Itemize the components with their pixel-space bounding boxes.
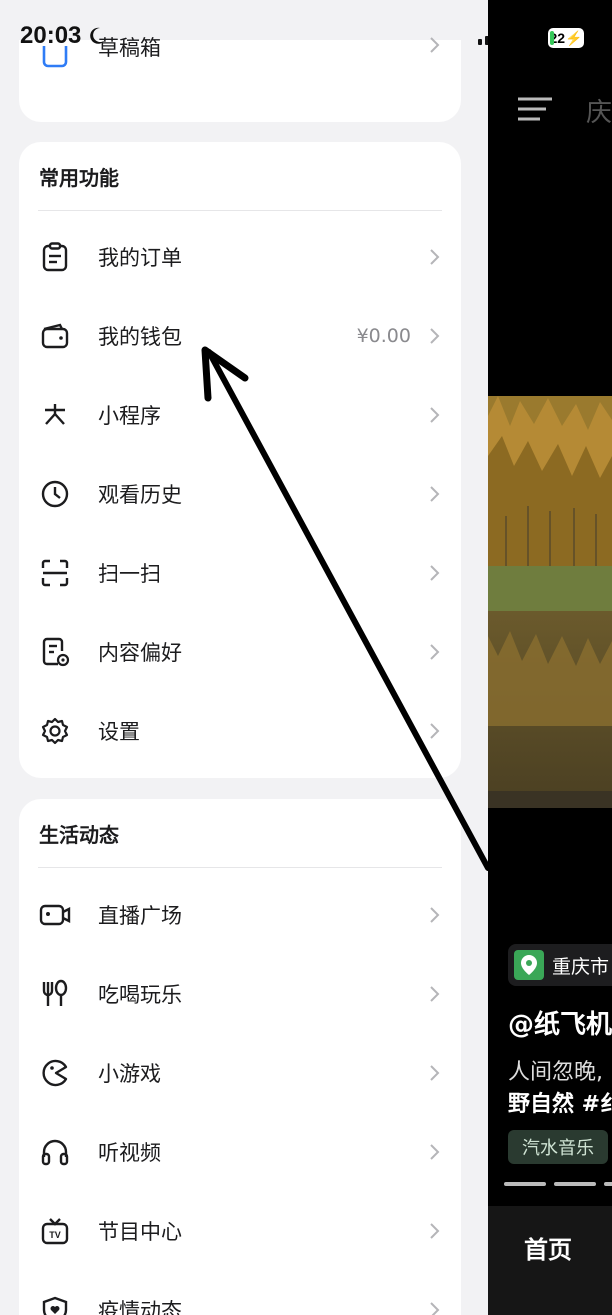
svg-text:TV: TV [49, 1230, 61, 1240]
menu-item-settings[interactable]: 设置 [19, 691, 461, 770]
chevron-right-icon [430, 485, 440, 502]
tv-icon: TV [39, 1215, 71, 1247]
chevron-right-icon [430, 327, 440, 344]
status-time: 20:03 [20, 22, 107, 50]
chevron-right-icon [430, 248, 440, 265]
chevron-right-icon [430, 985, 440, 1002]
author-name[interactable]: @纸飞机 [508, 1004, 612, 1041]
drafts-card[interactable]: 草稿箱 [19, 36, 461, 122]
pacman-game-icon [39, 1057, 71, 1089]
chevron-right-icon [430, 1143, 440, 1160]
location-chip[interactable]: 重庆市 [508, 944, 612, 986]
chevron-right-icon [430, 1222, 440, 1239]
menu-item-program-center[interactable]: TV 节目中心 [19, 1191, 461, 1270]
menu-label: 直播广场 [98, 903, 182, 928]
wallet-balance: ¥0.00 [356, 324, 411, 347]
life-updates-card: 生活动态 直播广场 吃喝玩乐 小游戏 听视频 TV 节目中心 疫情动态 [19, 799, 461, 1315]
menu-label: 我的订单 [98, 245, 182, 270]
progress-indicator [504, 1182, 612, 1186]
preference-doc-icon [39, 636, 71, 668]
clock-icon [39, 478, 71, 510]
menu-label: 小程序 [98, 403, 161, 428]
chevron-right-icon [430, 1301, 440, 1315]
hamburger-menu-icon[interactable] [518, 96, 552, 122]
clipboard-icon [39, 241, 71, 273]
menu-label: 设置 [98, 719, 140, 744]
menu-item-food-fun[interactable]: 吃喝玩乐 [19, 954, 461, 1033]
menu-item-orders[interactable]: 我的订单 [19, 217, 461, 296]
menu-item-preferences[interactable]: 内容偏好 [19, 612, 461, 691]
menu-item-listen-video[interactable]: 听视频 [19, 1112, 461, 1191]
menu-label: 扫一扫 [98, 561, 161, 586]
location-text: 重庆市 [552, 955, 610, 978]
video-thumbnail[interactable] [488, 396, 612, 808]
side-drawer: 草稿箱 20:03 常用功能 我的订单 我的钱包 ¥0.00 小程序 观看历史 … [0, 0, 488, 1315]
chevron-right-icon [430, 906, 440, 923]
menu-label: 听视频 [98, 1140, 161, 1165]
chevron-right-icon [430, 643, 440, 660]
section-title-common: 常用功能 [39, 166, 119, 190]
top-tab[interactable]: 庆 [586, 92, 612, 129]
drafts-row[interactable]: 草稿箱 [19, 36, 461, 112]
time-text: 20:03 [20, 22, 82, 49]
chevron-right-icon [430, 1064, 440, 1081]
menu-label: 观看历史 [98, 482, 182, 507]
divider [38, 867, 442, 868]
bottom-nav: 首页 [488, 1206, 612, 1315]
menu-item-wallet[interactable]: 我的钱包 ¥0.00 [19, 296, 461, 375]
tab-home[interactable]: 首页 [524, 1230, 572, 1265]
menu-item-live[interactable]: 直播广场 [19, 875, 461, 954]
caption-line-1: 人间忽晚, [508, 1060, 603, 1085]
menu-item-epidemic[interactable]: 疫情动态 [19, 1270, 461, 1315]
moon-icon [90, 27, 106, 44]
menu-item-scan[interactable]: 扫一扫 [19, 533, 461, 612]
map-pin-icon [514, 950, 544, 980]
music-chip[interactable]: 汽水音乐 [508, 1130, 608, 1164]
live-camera-icon [39, 899, 71, 931]
menu-item-mini-program[interactable]: 小程序 [19, 375, 461, 454]
caption-line-2[interactable]: 野自然 #纟 [508, 1086, 612, 1118]
chevron-right-icon [430, 406, 440, 423]
menu-label: 疫情动态 [98, 1298, 182, 1315]
shield-heart-icon [39, 1294, 71, 1315]
wallet-icon [39, 320, 71, 352]
video-feed-panel[interactable]: 22 ⚡ 庆 重庆市 @纸飞机 人间忽晚, 野自然 #纟 汽水音乐 首页 [488, 0, 612, 1315]
chevron-right-icon [430, 564, 440, 581]
menu-label: 吃喝玩乐 [98, 982, 182, 1007]
gear-icon [39, 715, 71, 747]
common-functions-card: 常用功能 我的订单 我的钱包 ¥0.00 小程序 观看历史 扫一扫 内容偏好 设… [19, 142, 461, 778]
fork-spoon-icon [39, 978, 71, 1010]
mini-program-icon [39, 399, 71, 431]
signal-icon [478, 36, 488, 45]
divider [38, 210, 442, 211]
menu-label: 我的钱包 [98, 324, 182, 349]
menu-label: 内容偏好 [98, 640, 182, 665]
chevron-right-icon [430, 37, 440, 53]
drafts-label: 草稿箱 [98, 36, 161, 60]
battery-icon: 22 ⚡ [548, 28, 584, 48]
chevron-right-icon [430, 722, 440, 739]
section-title-life: 生活动态 [39, 823, 119, 847]
headphones-icon [39, 1136, 71, 1168]
menu-label: 节目中心 [98, 1219, 182, 1244]
scan-icon [39, 557, 71, 589]
menu-label: 小游戏 [98, 1061, 161, 1086]
menu-item-history[interactable]: 观看历史 [19, 454, 461, 533]
menu-item-mini-games[interactable]: 小游戏 [19, 1033, 461, 1112]
